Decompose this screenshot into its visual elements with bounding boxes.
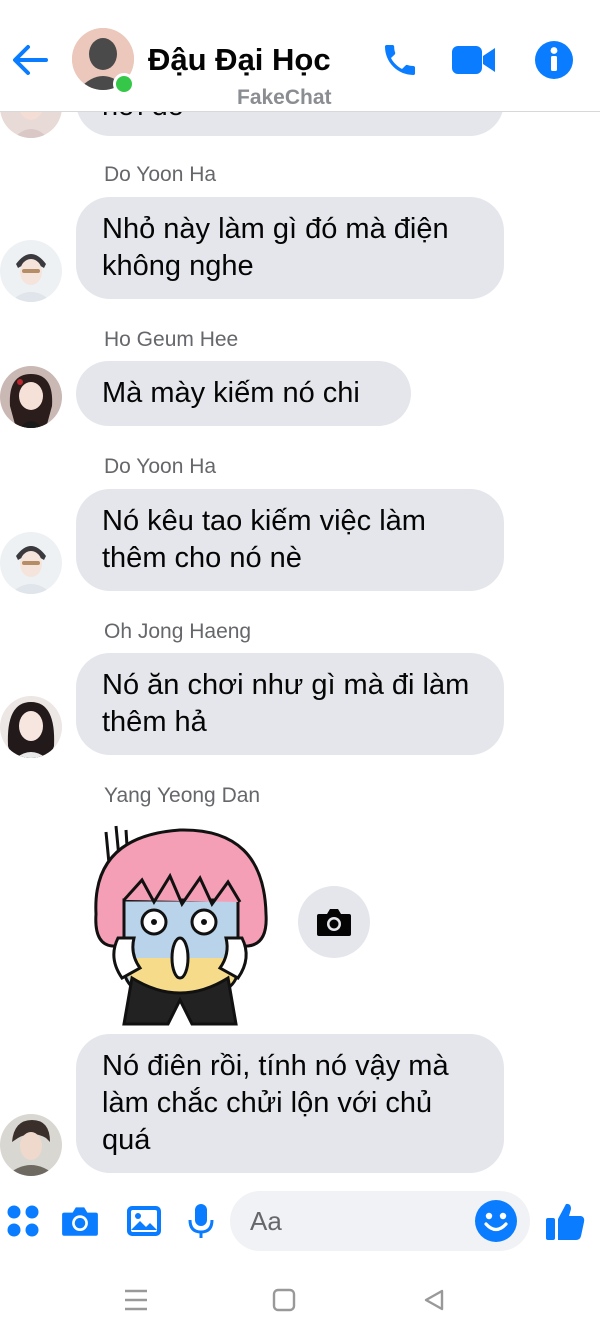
sender-name: Yang Yeong Dan <box>104 784 261 807</box>
back-button[interactable] <box>8 38 52 82</box>
message-input-placeholder: Aa <box>250 1206 282 1236</box>
video-icon <box>452 46 495 74</box>
message-bubble[interactable]: Nó kêu tao kiếm việc làm thêm cho nó nè <box>76 489 504 591</box>
sticker-image[interactable] <box>88 818 272 1028</box>
home-button[interactable] <box>262 1278 306 1322</box>
message-input[interactable]: Aa <box>230 1191 530 1251</box>
message-bubble[interactable]: Nhỏ này làm gì đó mà điện không nghe <box>76 197 504 299</box>
avatar[interactable] <box>0 240 62 302</box>
video-call-button[interactable] <box>452 38 496 82</box>
message-bubble[interactable]: Mà mày kiếm nó chi <box>76 361 411 426</box>
message-composer: Aa <box>0 1186 600 1256</box>
camera-icon <box>62 1207 98 1236</box>
recent-apps-button[interactable] <box>114 1278 158 1322</box>
call-button[interactable] <box>378 38 422 82</box>
avatar[interactable] <box>0 1114 62 1176</box>
message-bubble[interactable]: Nó điên rồi, tính nó vậy mà làm chắc chử… <box>76 1034 504 1173</box>
apps-icon <box>7 1205 39 1237</box>
camera-button[interactable] <box>57 1198 103 1244</box>
avatar[interactable] <box>0 532 62 594</box>
like-icon <box>546 1203 585 1240</box>
mic-icon <box>188 1204 214 1238</box>
camera-icon <box>317 909 351 936</box>
gallery-button[interactable] <box>121 1198 167 1244</box>
message-text: Nhỏ này làm gì đó mà điện không nghe <box>102 213 449 282</box>
phone-icon <box>385 45 415 75</box>
conversation-title[interactable]: Đậu Đại Học <box>148 42 331 78</box>
info-icon <box>535 41 573 79</box>
sender-name: Oh Jong Haeng <box>104 620 252 643</box>
like-button[interactable] <box>542 1198 588 1244</box>
avatar[interactable] <box>0 366 62 428</box>
chat-screen: hơi dở Do Yoon Ha Nhỏ này làm gì đó mà đ… <box>0 0 600 1334</box>
sender-name: Do Yoon Ha <box>104 455 217 478</box>
camera-reply-button[interactable] <box>298 886 370 958</box>
message-text: Nó điên rồi, tính nó vậy mà làm chắc chử… <box>102 1050 449 1156</box>
back-triangle-icon <box>424 1289 444 1311</box>
sender-name: Ho Geum Hee <box>104 328 239 351</box>
emoji-icon <box>475 1200 517 1242</box>
sender-name: Do Yoon Ha <box>104 163 217 186</box>
apps-button[interactable] <box>0 1198 46 1244</box>
online-status-dot <box>113 73 135 95</box>
voice-button[interactable] <box>178 1198 224 1244</box>
arrow-left-icon <box>13 45 48 75</box>
message-text: Nó kêu tao kiếm việc làm thêm cho nó nè <box>102 505 426 574</box>
message-text: Mà mày kiếm nó chi <box>102 377 360 409</box>
system-navigation-bar <box>0 1262 600 1334</box>
system-back-button[interactable] <box>412 1278 456 1322</box>
menu-icon <box>125 1289 147 1311</box>
image-icon <box>127 1206 161 1236</box>
message-bubble[interactable]: Nó ăn chơi như gì mà đi làm thêm hả <box>76 653 504 755</box>
info-button[interactable] <box>532 38 576 82</box>
message-text: Nó ăn chơi như gì mà đi làm thêm hả <box>102 669 470 738</box>
emoji-button[interactable] <box>474 1199 518 1243</box>
conversation-subtitle: FakeChat <box>237 86 332 109</box>
chat-header: Đậu Đại Học FakeChat <box>0 0 600 112</box>
home-icon <box>272 1288 296 1312</box>
avatar[interactable] <box>0 696 62 758</box>
